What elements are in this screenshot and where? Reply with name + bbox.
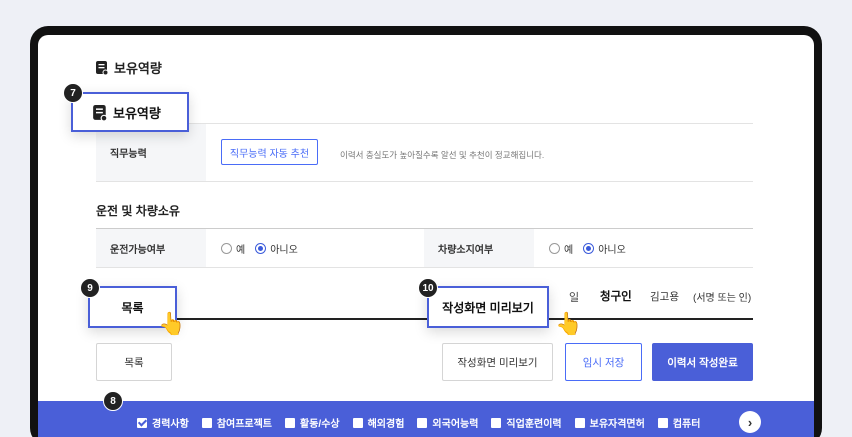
section-tab-item[interactable]: 경력사항 [137,415,189,430]
step-badge-8: 8 [103,391,123,411]
capability-callout: 보유역량 [71,92,189,132]
vehicle-no-radio[interactable]: 아니오 [583,241,626,256]
section-tab-label: 외국어능력 [432,419,479,430]
section-tab-label: 보유자격면허 [589,419,645,430]
vehicle-yes-radio[interactable]: 예 [549,241,573,256]
driving-license-label: 운전가능여부 [96,229,206,267]
section-tab-item[interactable]: 컴퓨터 [657,415,701,430]
vehicle-owned-label: 차량소지여부 [424,229,534,267]
capability-section-title: 보유역량 [114,61,162,76]
preview-callout-label: 작성화면 미리보기 [442,300,534,315]
vehicle-owned-radios: 예 아니오 [549,241,636,256]
checkbox-icon[interactable] [491,417,502,428]
checkbox-icon[interactable] [201,417,212,428]
list-button[interactable]: 목록 [96,343,172,381]
section-tab-label: 직업훈련이력 [506,419,562,430]
preview-callout: 작성화면 미리보기 [427,286,549,328]
pointing-hand-icon: 👆 [555,311,583,336]
date-day-text: 일 [569,292,580,304]
job-skill-label: 직무능력 [96,124,206,181]
checkbox-checked-icon[interactable] [137,417,147,428]
complete-button[interactable]: 이력서 작성완료 [652,343,753,381]
capability-hint: 이력서 충실도가 높아질수록 알선 및 추천이 정교해집니다. [340,150,545,160]
section-divider [96,318,753,320]
divider [96,267,753,268]
checkbox-icon[interactable] [352,417,363,428]
document-icon [93,105,107,121]
document-icon [96,60,108,75]
divider [96,181,753,182]
section-tab-list: 경력사항 참여프로젝트 활동/수상 해외경험 외국어능력 직업훈련이력 보유자격면허 컴퓨터 [137,415,713,430]
section-tab-label: 컴퓨터 [672,419,701,430]
pointing-hand-icon: 👆 [158,311,186,336]
sign-hint: (서명 또는 인) [693,293,752,304]
license-yes-radio[interactable]: 예 [221,241,245,256]
checkbox-icon[interactable] [285,417,296,428]
checkbox-icon[interactable] [417,417,428,428]
temp-save-button[interactable]: 임시 저장 [565,343,642,381]
section-tab-item[interactable]: 활동/수상 [285,415,340,430]
capability-section-header: 보유역량 [96,58,162,77]
step-badge-9: 9 [80,278,100,298]
step-badge-7: 7 [63,83,83,103]
driving-license-radios: 예 아니오 [221,241,308,256]
driving-section-title: 운전 및 차량소유 [96,204,180,218]
checkbox-icon[interactable] [657,417,668,428]
checkbox-icon[interactable] [574,417,585,428]
step-badge-10: 10 [418,278,438,298]
capability-callout-label: 보유역량 [113,105,161,121]
section-tab-item[interactable]: 보유자격면허 [574,415,645,430]
preview-button[interactable]: 작성화면 미리보기 [442,343,553,381]
claimant-name: 김고용 [650,291,679,303]
list-callout-label: 목록 [121,300,144,315]
section-tab-bar: 경력사항 참여프로젝트 활동/수상 해외경험 외국어능력 직업훈련이력 보유자격면허 컴퓨터 … [38,401,814,437]
section-tab-item[interactable]: 직업훈련이력 [491,415,562,430]
section-tab-item[interactable]: 외국어능력 [417,415,478,430]
section-tab-label: 참여프로젝트 [216,419,273,430]
claimant-label: 청구인 [600,291,632,303]
license-no-radio[interactable]: 아니오 [255,241,298,256]
chevron-right-icon[interactable]: › [739,411,761,433]
section-tab-item[interactable]: 해외경험 [352,415,405,430]
auto-recommend-button[interactable]: 직무능력 자동 추천 [221,139,318,165]
section-tab-label: 해외경험 [367,419,405,430]
section-tab-item[interactable]: 참여프로젝트 [201,415,273,430]
section-tab-label: 활동/수상 [300,419,340,430]
section-tab-label: 경력사항 [152,419,189,430]
